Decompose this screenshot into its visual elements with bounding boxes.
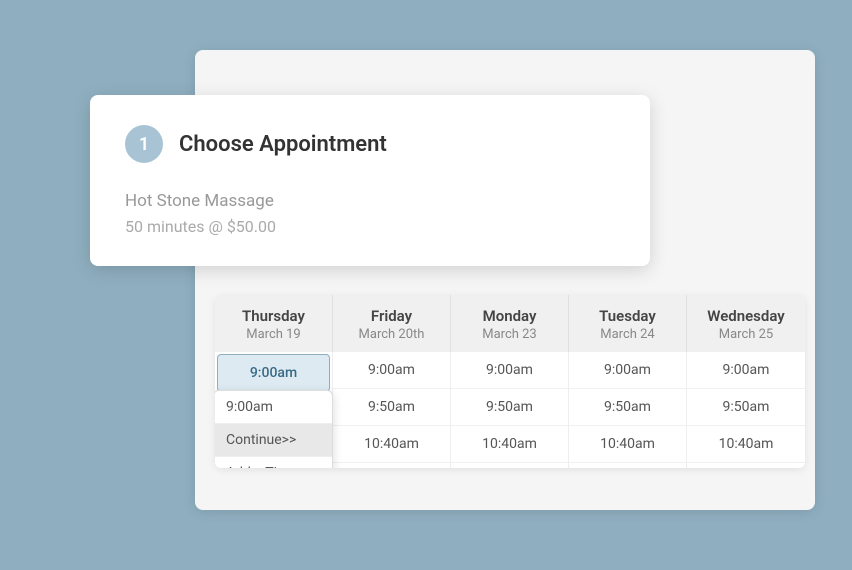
popup-continue-button[interactable]: Continue>> xyxy=(215,424,332,457)
day-header-monday: Monday March 23 xyxy=(451,295,569,352)
card-title: Choose Appointment xyxy=(179,132,387,157)
time-slot-fri-900[interactable]: 9:00am xyxy=(333,352,450,389)
day-date-1: March 20th xyxy=(341,327,442,342)
time-slot-mon-1040[interactable]: 10:40am xyxy=(451,426,568,463)
time-slot-tue-950[interactable]: 9:50am xyxy=(569,389,686,426)
day-header-friday: Friday March 20th xyxy=(333,295,451,352)
time-slot-mon-950[interactable]: 9:50am xyxy=(451,389,568,426)
popup-add-time-button[interactable]: Add a Time... xyxy=(215,457,332,468)
day-date-4: March 25 xyxy=(695,327,797,342)
time-slot-fri-950[interactable]: 9:50am xyxy=(333,389,450,426)
time-slots-grid: 9:00am 9:00am Continue>> Add a Time... R… xyxy=(215,352,805,468)
time-slot-wed-900[interactable]: 9:00am xyxy=(687,352,805,389)
day-name-4: Wednesday xyxy=(695,307,797,325)
time-slot-tue-900[interactable]: 9:00am xyxy=(569,352,686,389)
day-date-0: March 19 xyxy=(223,327,324,342)
step-number: 1 xyxy=(139,134,149,155)
time-slot-tue-1040[interactable]: 10:40am xyxy=(569,426,686,463)
time-slot-wed-950[interactable]: 9:50am xyxy=(687,389,805,426)
day-header-thursday: Thursday March 19 xyxy=(215,295,333,352)
service-name: Hot Stone Massage xyxy=(125,191,615,211)
time-slot-fri-1040[interactable]: 10:40am xyxy=(333,426,450,463)
card-header: 1 Choose Appointment xyxy=(125,125,615,163)
time-slot-wed-1040[interactable]: 10:40am xyxy=(687,426,805,463)
time-col-monday: 9:00am 9:50am 10:40am xyxy=(451,352,569,468)
time-slot-thu-900[interactable]: 9:00am xyxy=(217,354,330,392)
day-date-3: March 24 xyxy=(577,327,678,342)
day-name-3: Tuesday xyxy=(577,307,678,325)
step-circle: 1 xyxy=(125,125,163,163)
day-name-1: Friday xyxy=(341,307,442,325)
time-col-friday: 9:00am 9:50am 10:40am xyxy=(333,352,451,468)
time-col-tuesday: 9:00am 9:50am 10:40am xyxy=(569,352,687,468)
time-slot-popup: 9:00am Continue>> Add a Time... Recurrin… xyxy=(215,390,333,468)
day-header-tuesday: Tuesday March 24 xyxy=(569,295,687,352)
time-col-thursday: 9:00am 9:00am Continue>> Add a Time... R… xyxy=(215,352,333,468)
popup-time: 9:00am xyxy=(215,391,332,424)
time-slot-mon-900[interactable]: 9:00am xyxy=(451,352,568,389)
service-details: 50 minutes @ $50.00 xyxy=(125,217,615,236)
day-name-0: Thursday xyxy=(223,307,324,325)
day-header-wednesday: Wednesday March 25 xyxy=(687,295,805,352)
calendar-section: Thursday March 19 Friday March 20th Mond… xyxy=(215,295,805,468)
day-headers: Thursday March 19 Friday March 20th Mond… xyxy=(215,295,805,352)
day-date-2: March 23 xyxy=(459,327,560,342)
day-name-2: Monday xyxy=(459,307,560,325)
time-col-wednesday: 9:00am 9:50am 10:40am xyxy=(687,352,805,468)
main-card: 1 Choose Appointment Hot Stone Massage 5… xyxy=(90,95,650,266)
